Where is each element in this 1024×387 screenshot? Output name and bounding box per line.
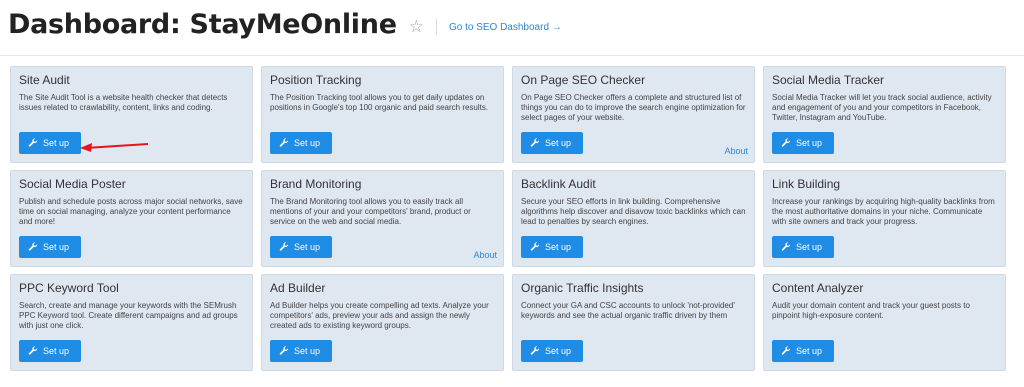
- set-up-label: Set up: [43, 346, 70, 356]
- tool-card-title: Site Audit: [19, 73, 70, 87]
- tool-card: Backlink Audit Secure your SEO efforts i…: [512, 170, 755, 267]
- page-header: Dashboard: StayMeOnline ☆ Go to SEO Dash…: [8, 6, 562, 42]
- tool-card: Brand Monitoring The Brand Monitoring to…: [261, 170, 504, 267]
- set-up-button[interactable]: Set up: [270, 132, 333, 154]
- star-icon[interactable]: ☆: [409, 17, 424, 37]
- tool-card-description: Search, create and manage your keywords …: [19, 301, 238, 330]
- about-link[interactable]: About: [473, 250, 497, 260]
- set-up-label: Set up: [545, 346, 572, 356]
- set-up-button[interactable]: Set up: [270, 340, 333, 362]
- set-up-button[interactable]: Set up: [772, 236, 835, 258]
- wrench-icon: [279, 242, 289, 251]
- wrench-icon: [279, 138, 289, 147]
- tool-card-description: The Position Tracking tool allows you to…: [270, 93, 489, 112]
- tools-grid: Site Audit The Site Audit Tool is a webs…: [10, 66, 1015, 371]
- tool-card: Site Audit The Site Audit Tool is a webs…: [10, 66, 253, 163]
- header-divider-line: [0, 55, 1024, 56]
- wrench-icon: [28, 346, 38, 355]
- tool-card: Content Analyzer Audit your domain conte…: [763, 274, 1006, 371]
- set-up-label: Set up: [796, 242, 823, 252]
- wrench-icon: [530, 138, 540, 147]
- header-divider: [435, 19, 437, 35]
- set-up-label: Set up: [294, 138, 321, 148]
- wrench-icon: [279, 346, 289, 355]
- tool-card: On Page SEO Checker On Page SEO Checker …: [512, 66, 755, 163]
- go-to-seo-dashboard-link[interactable]: Go to SEO Dashboard →: [449, 22, 562, 33]
- tool-card-title: Ad Builder: [270, 281, 326, 295]
- set-up-button[interactable]: Set up: [521, 132, 584, 154]
- tool-card-title: Position Tracking: [270, 73, 362, 87]
- wrench-icon: [530, 346, 540, 355]
- set-up-label: Set up: [43, 242, 70, 252]
- wrench-icon: [530, 242, 540, 251]
- tool-card-description: Ad Builder helps you create compelling a…: [270, 301, 489, 330]
- set-up-label: Set up: [545, 242, 572, 252]
- tool-card-description: Secure your SEO efforts in link building…: [521, 197, 746, 226]
- tool-card-description: Audit your domain content and track your…: [772, 301, 970, 320]
- set-up-button[interactable]: Set up: [521, 340, 584, 362]
- tool-card: Organic Traffic Insights Connect your GA…: [512, 274, 755, 371]
- tool-card-description: Publish and schedule posts across major …: [19, 197, 243, 226]
- set-up-button[interactable]: Set up: [270, 236, 333, 258]
- set-up-button[interactable]: Set up: [772, 132, 835, 154]
- set-up-button[interactable]: Set up: [521, 236, 584, 258]
- tool-card: Ad Builder Ad Builder helps you create c…: [261, 274, 504, 371]
- tool-card: Position Tracking The Position Tracking …: [261, 66, 504, 163]
- tool-card-title: Content Analyzer: [772, 281, 864, 295]
- set-up-label: Set up: [43, 138, 70, 148]
- tool-card-title: On Page SEO Checker: [521, 73, 646, 87]
- tool-card-description: The Brand Monitoring tool allows you to …: [270, 197, 471, 226]
- tool-card-title: Organic Traffic Insights: [521, 281, 644, 295]
- set-up-label: Set up: [796, 346, 823, 356]
- tool-card: Social Media Tracker Social Media Tracke…: [763, 66, 1006, 163]
- set-up-button[interactable]: Set up: [19, 132, 82, 154]
- about-link[interactable]: About: [724, 146, 748, 156]
- tool-card-description: On Page SEO Checker offers a complete an…: [521, 93, 746, 122]
- set-up-label: Set up: [294, 242, 321, 252]
- tool-card-description: Social Media Tracker will let you track …: [772, 93, 992, 122]
- set-up-label: Set up: [545, 138, 572, 148]
- set-up-label: Set up: [796, 138, 823, 148]
- set-up-button[interactable]: Set up: [19, 340, 82, 362]
- tool-card-title: Backlink Audit: [521, 177, 596, 191]
- tool-card-title: Social Media Poster: [19, 177, 126, 191]
- tool-card-title: Brand Monitoring: [270, 177, 362, 191]
- set-up-button[interactable]: Set up: [772, 340, 835, 362]
- tool-card: Link Building Increase your rankings by …: [763, 170, 1006, 267]
- wrench-icon: [781, 346, 791, 355]
- tool-card-description: Increase your rankings by acquiring high…: [772, 197, 995, 226]
- tool-card-title: PPC Keyword Tool: [19, 281, 119, 295]
- page-title: Dashboard: StayMeOnline: [8, 8, 397, 40]
- tool-card-title: Link Building: [772, 177, 841, 191]
- tool-card-title: Social Media Tracker: [772, 73, 885, 87]
- wrench-icon: [28, 242, 38, 251]
- tool-card-description: Connect your GA and CSC accounts to unlo…: [521, 301, 735, 320]
- tool-card-description: The Site Audit Tool is a website health …: [19, 93, 228, 112]
- tool-card: PPC Keyword Tool Search, create and mana…: [10, 274, 253, 371]
- wrench-icon: [781, 138, 791, 147]
- set-up-button[interactable]: Set up: [19, 236, 82, 258]
- wrench-icon: [781, 242, 791, 251]
- wrench-icon: [28, 138, 38, 147]
- set-up-label: Set up: [294, 346, 321, 356]
- tool-card: Social Media Poster Publish and schedule…: [10, 170, 253, 267]
